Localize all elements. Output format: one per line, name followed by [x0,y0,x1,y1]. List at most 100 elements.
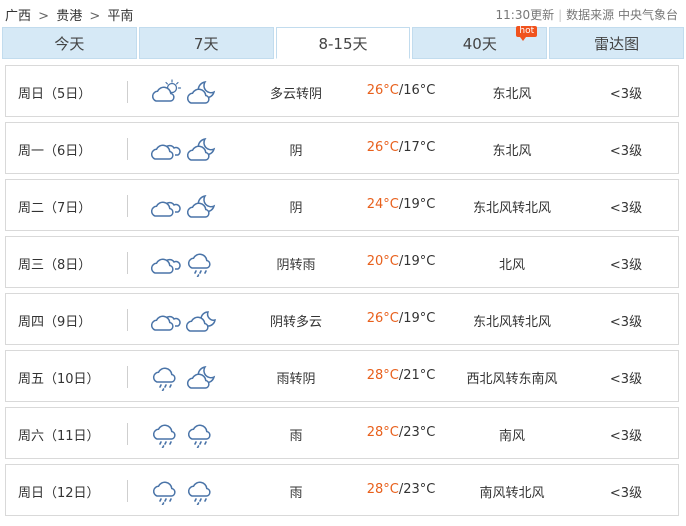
rain-icon [187,424,211,448]
forecast-row: 周日（12日） 雨 28°C/23°C 南风转北风 <3级 [5,464,679,516]
temperature-range: 28°C/21°C [356,368,446,383]
temperature-high: 28°C [366,368,399,383]
forecast-row: 周日（5日） 多云转阴 26°C/16°C 东北风 <3级 [5,65,679,117]
tab-7-days[interactable]: 7天 [138,27,274,59]
rain-icon [152,424,176,448]
wind-level: <3级 [609,372,643,387]
forecast-tabs: 今天 7天 8-15天 40天 hot 雷达图 [2,26,684,59]
forecast-row: 周五（10日） 雨转阴 28°C/21°C 西北风转东南风 <3级 [5,350,679,402]
forecast-day: 周二（7日） [18,201,92,216]
meta-divider: | [558,8,563,22]
weather-description: 雨 [289,486,303,501]
temperature-low: /16°C [398,83,436,98]
breadcrumb-province[interactable]: 广西 [5,9,31,24]
temperature-range: 26°C/17°C [356,140,446,155]
wind-direction: 西北风转东南风 [466,372,558,387]
wind-level: <3级 [609,87,643,102]
weather-description: 阴 [289,201,303,216]
wind-direction: 东北风转北风 [472,201,551,216]
forecast-day: 周日（12日） [18,486,100,501]
overcast-icon [151,201,181,217]
wind-direction: 南风转北风 [479,486,545,501]
forecast-day: 周四（9日） [18,315,92,330]
wind-direction: 东北风转北风 [472,315,551,330]
forecast-row: 周二（7日） 阴 24°C/19°C 东北风转北风 <3级 [5,179,679,231]
data-source: 数据来源 中央气象台 [566,8,678,22]
rain-icon [187,253,211,277]
forecast-day: 周五（10日） [18,372,100,387]
temperature-high: 28°C [366,482,399,497]
partly-cloudy-night-icon [186,195,215,218]
forecast-row: 周六（11日） 雨 28°C/23°C 南风 <3级 [5,407,679,459]
row-divider [127,81,128,103]
temperature-high: 26°C [366,83,399,98]
temperature-range: 20°C/19°C [356,254,446,269]
tab-label: 今天 [54,34,85,53]
overcast-icon [151,144,181,160]
tab-radar[interactable]: 雷达图 [549,27,684,59]
breadcrumb-city[interactable]: 贵港 [56,9,82,24]
top-bar: 广西 > 贵港 > 平南 11:30更新 | 数据来源 中央气象台 [0,0,686,26]
wind-level: <3级 [609,315,643,330]
tab-label: 8-15天 [318,34,368,53]
forecast-day: 周三（8日） [18,258,92,273]
hot-badge: hot [516,26,538,41]
temperature-low: /23°C [398,482,436,497]
temperature-low: /19°C [398,254,436,269]
tab-40-days[interactable]: 40天 hot [412,26,548,59]
update-time: 11:30更新 [495,8,555,22]
row-divider [127,480,128,502]
forecast-day: 周六（11日） [18,429,100,444]
temperature-high: 20°C [366,254,399,269]
temperature-low: /19°C [398,197,436,212]
temperature-range: 26°C/19°C [356,311,446,326]
partly-cloudy-night-icon [186,138,215,161]
cloudy-night-icon [186,311,216,332]
overcast-icon [151,315,181,331]
breadcrumb: 广西 > 贵港 > 平南 [5,5,133,24]
weather-description: 多云转阴 [269,87,322,102]
partly-cloudy-day-icon [151,79,182,102]
weather-description: 阴转雨 [276,258,316,273]
wind-level: <3级 [609,429,643,444]
forecast-day: 周日（5日） [18,87,92,102]
row-divider [127,366,128,388]
wind-level: <3级 [609,258,643,273]
temperature-high: 24°C [366,197,399,212]
tab-8-15-days[interactable]: 8-15天 [275,27,411,59]
forecast-day: 周一（6日） [18,144,92,159]
partly-cloudy-night-icon [186,366,215,389]
update-meta: 11:30更新 | 数据来源 中央气象台 [496,6,678,23]
tab-today[interactable]: 今天 [2,27,137,59]
temperature-range: 28°C/23°C [356,482,446,497]
temperature-low: /23°C [398,425,436,440]
forecast-list: 周日（5日） 多云转阴 26°C/16°C 东北风 <3级 周一（6日）阴 26°C/17°… [5,65,679,521]
temperature-high: 26°C [366,140,399,155]
wind-level: <3级 [609,144,643,159]
rain-icon [187,481,211,505]
weather-description: 阴转多云 [269,315,322,330]
weather-description: 阴 [289,144,303,159]
overcast-icon [151,258,181,274]
tab-label: 7天 [193,34,219,53]
wind-direction: 北风 [498,258,525,273]
tab-label: 40天 [462,34,497,53]
temperature-low: /19°C [398,311,436,326]
forecast-row: 周一（6日） 阴 26°C/17°C 东北风 <3级 [5,122,679,174]
forecast-row: 周四（9日） 阴转多云 26°C/19°C 东北风转北风 <3级 [5,293,679,345]
wind-direction: 东北风 [492,87,532,102]
temperature-range: 28°C/23°C [356,425,446,440]
wind-direction: 东北风 [492,144,532,159]
temperature-high: 28°C [366,425,399,440]
temperature-low: /21°C [398,368,436,383]
partly-cloudy-night-icon [186,81,215,104]
weather-description: 雨转阴 [276,372,316,387]
breadcrumb-separator: > [89,9,101,24]
tab-label: 雷达图 [594,34,640,53]
wind-direction: 南风 [498,429,525,444]
breadcrumb-district: 平南 [107,9,134,24]
breadcrumb-separator: > [38,9,50,24]
temperature-range: 24°C/19°C [356,197,446,212]
row-divider [127,195,128,217]
wind-level: <3级 [609,201,643,216]
